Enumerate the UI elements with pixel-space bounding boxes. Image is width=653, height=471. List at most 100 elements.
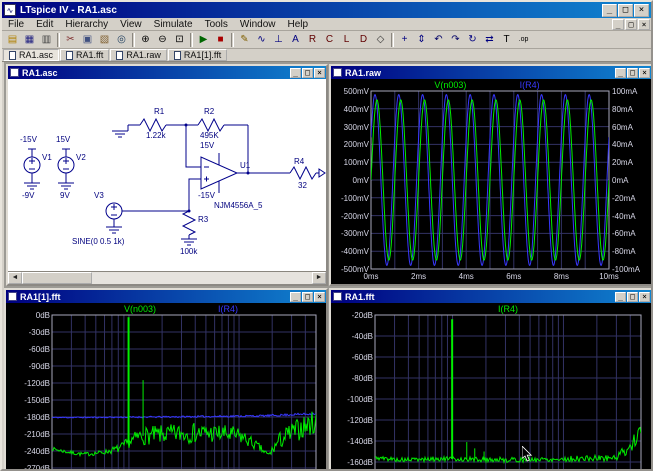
- menu-file[interactable]: File: [2, 18, 30, 31]
- capacitor-icon[interactable]: C: [321, 32, 338, 48]
- print-icon[interactable]: ▥: [38, 32, 55, 48]
- minimize-button[interactable]: _: [602, 4, 617, 17]
- trace-legend-label[interactable]: I(R4): [218, 304, 238, 314]
- menu-simulate[interactable]: Simulate: [148, 18, 199, 31]
- schematic-label: -15V: [20, 135, 37, 144]
- child-maximize-button[interactable]: □: [302, 68, 313, 78]
- fft-plot-area-1[interactable]: 0dB-30dB-60dB-90dB-120dB-150dB-180dB-210…: [6, 303, 326, 469]
- child-close-button[interactable]: ×: [639, 68, 650, 78]
- schematic-window-titlebar[interactable]: RA1.asc _ □ ×: [8, 66, 326, 79]
- cut-icon[interactable]: ✂: [62, 32, 79, 48]
- toolbar-separator: [391, 33, 394, 47]
- horizontal-scrollbar[interactable]: ◄ ►: [8, 271, 326, 284]
- child-minimize-button[interactable]: _: [290, 68, 301, 78]
- zoom-in-icon[interactable]: ⊕: [137, 32, 154, 48]
- child-minimize-button[interactable]: _: [290, 292, 301, 302]
- schematic-label: 32: [298, 181, 307, 190]
- run-icon[interactable]: ▶: [195, 32, 212, 48]
- zoom-out-icon[interactable]: ⊖: [154, 32, 171, 48]
- schematic-label: 495K: [200, 131, 219, 140]
- component-icon[interactable]: ◇: [372, 32, 389, 48]
- open-icon[interactable]: ▤: [4, 32, 21, 48]
- scroll-right-button[interactable]: ►: [312, 272, 326, 284]
- fft-window-2[interactable]: RA1.fft _ □ × -20dB-40dB-60dB-80dB-100dB…: [329, 288, 653, 469]
- document-tab[interactable]: RA1[1].fft: [168, 49, 227, 61]
- find-icon[interactable]: ◎: [113, 32, 130, 48]
- mdi-restore-button[interactable]: □: [625, 19, 637, 30]
- schematic-label: V3: [94, 191, 104, 200]
- child-maximize-button[interactable]: □: [627, 292, 638, 302]
- document-tab[interactable]: RA1.raw: [110, 49, 167, 61]
- schematic-window[interactable]: RA1.asc _ □ ×: [6, 64, 328, 286]
- trace-legend-label[interactable]: I(R4): [498, 304, 518, 314]
- y-axis-tick-label: -20mA: [612, 194, 636, 203]
- document-tab[interactable]: RA1.asc: [3, 49, 59, 61]
- transient-plot-canvas[interactable]: [331, 79, 651, 284]
- document-tab[interactable]: RA1.fft: [60, 49, 109, 61]
- rotate-icon[interactable]: ↻: [464, 32, 481, 48]
- fft-plot-area-2[interactable]: -20dB-40dB-60dB-80dB-100dB-120dB-140dB-1…: [331, 303, 651, 469]
- app-icon[interactable]: ∿: [4, 4, 16, 16]
- toolbar-separator: [132, 33, 135, 47]
- close-button[interactable]: ×: [634, 4, 649, 17]
- move-icon[interactable]: +: [396, 32, 413, 48]
- child-close-button[interactable]: ×: [314, 68, 325, 78]
- copy-icon[interactable]: ▣: [79, 32, 96, 48]
- ground-icon[interactable]: ⊥: [270, 32, 287, 48]
- main-titlebar[interactable]: ∿ LTspice IV - RA1.asc _ □ ×: [2, 2, 651, 18]
- scroll-left-button[interactable]: ◄: [8, 272, 22, 284]
- waveform-window-titlebar[interactable]: RA1.raw _ □ ×: [331, 66, 651, 79]
- menu-hierarchy[interactable]: Hierarchy: [59, 18, 114, 31]
- schematic-window-title: RA1.asc: [22, 68, 289, 78]
- trace-legend-label[interactable]: V(n003): [124, 304, 156, 314]
- child-maximize-button[interactable]: □: [627, 68, 638, 78]
- y-axis-tick-label: -200mV: [333, 212, 369, 221]
- edit-icon[interactable]: ✎: [236, 32, 253, 48]
- schematic-label: V1: [42, 153, 52, 162]
- y-axis-tick-label: 60mA: [612, 123, 633, 132]
- scrollbar-thumb[interactable]: [22, 272, 92, 284]
- mdi-close-button[interactable]: ×: [638, 19, 650, 30]
- fft-window-1-titlebar[interactable]: RA1[1].fft _ □ ×: [6, 290, 326, 303]
- fft-plot-canvas[interactable]: [6, 303, 326, 469]
- fft-plot-canvas[interactable]: [331, 303, 651, 469]
- scrollbar-track[interactable]: [22, 272, 312, 284]
- directive-icon[interactable]: .op: [515, 32, 532, 48]
- resistor-icon[interactable]: R: [304, 32, 321, 48]
- menu-view[interactable]: View: [114, 18, 148, 31]
- text-icon[interactable]: T: [498, 32, 515, 48]
- child-minimize-button[interactable]: _: [615, 68, 626, 78]
- child-maximize-button[interactable]: □: [302, 292, 313, 302]
- halt-icon[interactable]: ■: [212, 32, 229, 48]
- child-close-button[interactable]: ×: [639, 292, 650, 302]
- mirror-icon[interactable]: ⇄: [481, 32, 498, 48]
- mdi-minimize-button[interactable]: _: [612, 19, 624, 30]
- wire-icon[interactable]: ∿: [253, 32, 270, 48]
- schematic-label: U1: [240, 161, 250, 170]
- paste-icon[interactable]: ▧: [96, 32, 113, 48]
- menu-window[interactable]: Window: [234, 18, 282, 31]
- zoom-full-icon[interactable]: ⊡: [171, 32, 188, 48]
- drag-icon[interactable]: ⇕: [413, 32, 430, 48]
- menu-tools[interactable]: Tools: [199, 18, 234, 31]
- fft-window-2-titlebar[interactable]: RA1.fft _ □ ×: [331, 290, 651, 303]
- child-minimize-button[interactable]: _: [615, 292, 626, 302]
- y-axis-tick-label: -30dB: [14, 328, 50, 337]
- diode-icon[interactable]: D: [355, 32, 372, 48]
- trace-legend-label[interactable]: I(R4): [520, 80, 540, 90]
- redo-icon[interactable]: ↷: [447, 32, 464, 48]
- fft-window-1[interactable]: RA1[1].fft _ □ × 0dB-30dB-60dB-90dB-120d…: [4, 288, 328, 469]
- y-axis-tick-label: -40dB: [337, 332, 373, 341]
- waveform-window[interactable]: RA1.raw _ □ × 500mV400mV300mV200mV100mV0…: [329, 64, 653, 286]
- maximize-button[interactable]: □: [618, 4, 633, 17]
- save-icon[interactable]: ▦: [21, 32, 38, 48]
- child-close-button[interactable]: ×: [314, 292, 325, 302]
- trace-legend-label[interactable]: V(n003): [434, 80, 466, 90]
- menu-help[interactable]: Help: [282, 18, 315, 31]
- inductor-icon[interactable]: L: [338, 32, 355, 48]
- main-window-title: LTspice IV - RA1.asc: [20, 5, 601, 16]
- menu-edit[interactable]: Edit: [30, 18, 59, 31]
- transient-plot-area[interactable]: 500mV400mV300mV200mV100mV0mV-100mV-200mV…: [331, 79, 651, 284]
- label-icon[interactable]: A: [287, 32, 304, 48]
- undo-icon[interactable]: ↶: [430, 32, 447, 48]
